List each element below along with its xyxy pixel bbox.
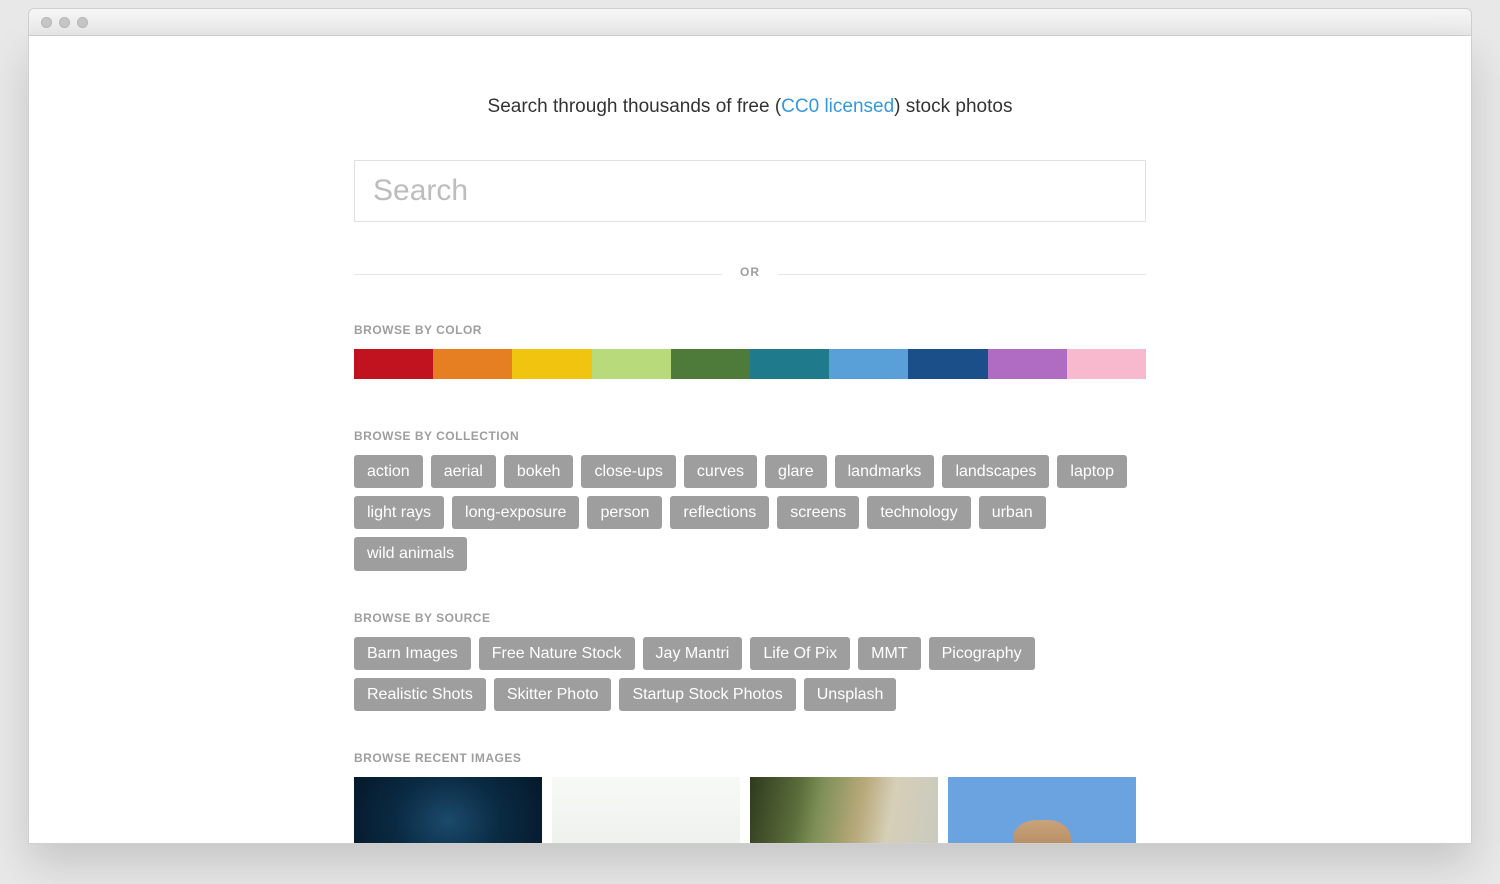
or-divider: OR [354,274,1146,275]
collection-tag[interactable]: glare [765,455,827,488]
collection-tag[interactable]: light rays [354,496,444,529]
browse-recent-images-label: BROWSE RECENT IMAGES [354,751,1146,765]
source-tag[interactable]: Barn Images [354,637,471,670]
collection-tag[interactable]: aerial [431,455,496,488]
browse-by-collection-label: BROWSE BY COLLECTION [354,429,1146,443]
color-swatch[interactable] [750,349,829,379]
source-tag-row: Barn ImagesFree Nature StockJay MantriLi… [354,637,1146,711]
collection-tag[interactable]: close-ups [581,455,675,488]
recent-image-thumbnail[interactable] [750,777,938,844]
window-titlebar [28,8,1472,36]
window-body: Search through thousands of free (CC0 li… [28,36,1472,844]
collection-tag[interactable]: landscapes [942,455,1049,488]
recent-images-row [354,777,1146,844]
main-content: Search through thousands of free (CC0 li… [354,36,1146,844]
page-headline: Search through thousands of free (CC0 li… [354,96,1146,118]
recent-image-thumbnail[interactable] [552,777,740,844]
search-input[interactable] [354,160,1146,222]
color-swatch[interactable] [908,349,987,379]
color-swatch-row [354,349,1146,379]
divider-label: OR [722,265,778,279]
source-tag[interactable]: Picography [929,637,1035,670]
collection-tag[interactable]: wild animals [354,537,467,570]
source-tag[interactable]: Startup Stock Photos [619,678,795,711]
source-tag[interactable]: Free Nature Stock [479,637,635,670]
zoom-window-icon[interactable] [77,17,88,28]
color-swatch[interactable] [829,349,908,379]
color-swatch[interactable] [592,349,671,379]
recent-image-thumbnail[interactable] [354,777,542,844]
close-window-icon[interactable] [41,17,52,28]
browse-by-source-label: BROWSE BY SOURCE [354,611,1146,625]
collection-tag[interactable]: laptop [1057,455,1127,488]
color-swatch[interactable] [988,349,1067,379]
color-swatch[interactable] [354,349,433,379]
color-swatch[interactable] [1067,349,1146,379]
collection-tag[interactable]: bokeh [504,455,574,488]
source-tag[interactable]: Jay Mantri [643,637,743,670]
source-tag[interactable]: MMT [858,637,920,670]
collection-tag[interactable]: technology [867,496,970,529]
recent-image-thumbnail[interactable] [948,777,1136,844]
collection-tag[interactable]: action [354,455,423,488]
source-tag[interactable]: Skitter Photo [494,678,612,711]
color-swatch[interactable] [671,349,750,379]
source-tag[interactable]: Realistic Shots [354,678,486,711]
collection-tag[interactable]: screens [777,496,859,529]
collection-tag[interactable]: landmarks [835,455,935,488]
collection-tag[interactable]: urban [979,496,1046,529]
collection-tag[interactable]: person [587,496,662,529]
collection-tag[interactable]: long-exposure [452,496,579,529]
cc0-license-link[interactable]: CC0 licensed [781,96,894,117]
collection-tag[interactable]: curves [684,455,757,488]
headline-pre: Search through thousands of free ( [488,96,782,117]
color-swatch[interactable] [512,349,591,379]
source-tag[interactable]: Life Of Pix [750,637,850,670]
collection-tag-row: actionaerialbokehclose-upscurvesglarelan… [354,455,1146,571]
browse-by-color-label: BROWSE BY COLOR [354,323,1146,337]
collection-tag[interactable]: reflections [670,496,769,529]
color-swatch[interactable] [433,349,512,379]
source-tag[interactable]: Unsplash [804,678,897,711]
minimize-window-icon[interactable] [59,17,70,28]
headline-post: ) stock photos [894,96,1012,117]
